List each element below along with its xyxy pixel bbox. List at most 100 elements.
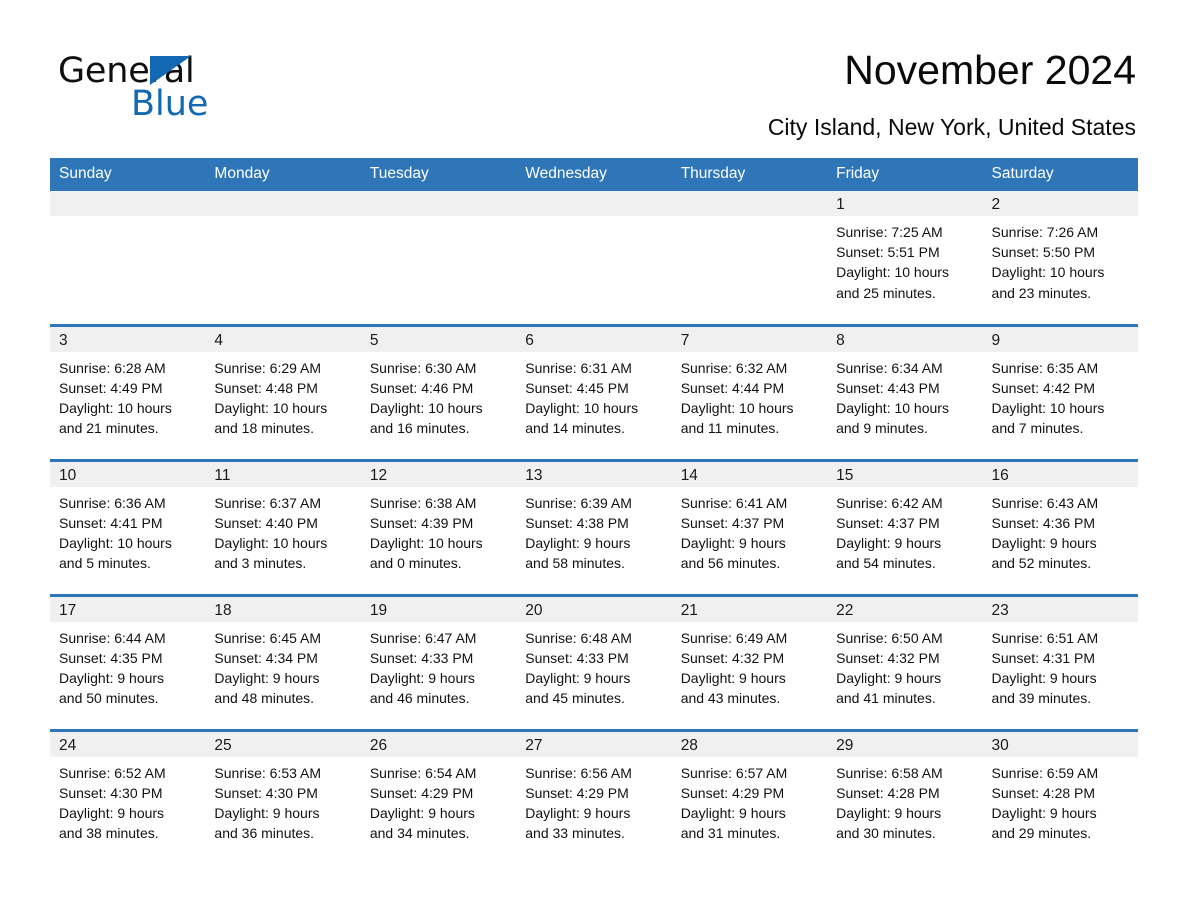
- day-cell[interactable]: 21 Sunrise: 6:49 AM Sunset: 4:32 PM Dayligh…: [671, 593, 828, 730]
- day-number: 28: [671, 731, 828, 757]
- sunrise-text: Sunrise: 6:47 AM: [369, 629, 477, 646]
- calendar-page: General Blue November 2024 City Island, …: [0, 0, 1188, 918]
- day-number: 3: [50, 326, 206, 352]
- day-number: 11: [205, 461, 361, 487]
- day-cell-empty: [671, 191, 828, 325]
- daylight-text-line1: Daylight: 9 hours: [525, 534, 631, 551]
- sunrise-text: Sunrise: 6:36 AM: [59, 494, 166, 511]
- daylight-text-line2: and 48 minutes.: [214, 690, 315, 707]
- sunset-text: Sunset: 4:30 PM: [59, 784, 163, 801]
- day-cell[interactable]: 3 Sunrise: 6:28 AM Sunset: 4:49 PM Daylight…: [50, 323, 206, 460]
- day-cell[interactable]: 29 Sunrise: 6:58 AM Sunset: 4:28 PM Dayligh…: [827, 728, 983, 865]
- day-cell[interactable]: 4 Sunrise: 6:29 AM Sunset: 4:48 PM Daylight…: [205, 323, 361, 460]
- day-cell[interactable]: 11 Sunrise: 6:37 AM Sunset: 4:40 PM Dayligh…: [205, 458, 361, 595]
- calendar-grid: Sunday Monday Tuesday Wednesday Thursday…: [50, 158, 1138, 865]
- day-cell[interactable]: 6 Sunrise: 6:31 AM Sunset: 4:45 PM Daylight…: [516, 323, 672, 460]
- day-cell[interactable]: 14 Sunrise: 6:41 AM Sunset: 4:37 PM Dayligh…: [671, 458, 828, 595]
- day-number: 10: [50, 461, 206, 487]
- daylight-text-line1: Daylight: 9 hours: [836, 534, 942, 551]
- daylight-text-line2: and 7 minutes.: [991, 420, 1084, 437]
- day-cell[interactable]: 7 Sunrise: 6:32 AM Sunset: 4:44 PM Daylight…: [671, 323, 828, 460]
- daylight-text-line1: Daylight: 9 hours: [59, 669, 165, 686]
- day-cell[interactable]: 8 Sunrise: 6:34 AM Sunset: 4:43 PM Daylight…: [827, 323, 983, 460]
- day-sun-info: Sunrise: 6:44 AM Sunset: 4:35 PM Daylight:…: [50, 622, 205, 709]
- day-cell[interactable]: 16 Sunrise: 6:43 AM Sunset: 4:36 PM Dayligh…: [982, 458, 1138, 595]
- daylight-text-line1: Daylight: 10 hours: [991, 399, 1105, 416]
- daylight-text-line2: and 30 minutes.: [836, 825, 936, 842]
- day-cell-empty: [360, 191, 517, 325]
- sunset-text: Sunset: 4:48 PM: [214, 379, 318, 396]
- daylight-text-line1: Daylight: 9 hours: [680, 804, 786, 821]
- day-sun-info: Sunrise: 6:37 AM Sunset: 4:40 PM Daylight:…: [205, 487, 360, 574]
- sunset-text: Sunset: 5:50 PM: [991, 244, 1096, 261]
- day-number: 8: [827, 326, 983, 352]
- sunrise-text: Sunrise: 6:54 AM: [369, 764, 477, 781]
- day-cell[interactable]: 9 Sunrise: 6:35 AM Sunset: 4:42 PM Daylight…: [982, 323, 1138, 460]
- sunset-text: Sunset: 4:29 PM: [680, 784, 785, 801]
- sunrise-text: Sunrise: 6:53 AM: [214, 764, 322, 781]
- day-cell[interactable]: 2 Sunrise: 7:26 AM Sunset: 5:50 PM Daylight…: [982, 191, 1138, 325]
- sunrise-text: Sunrise: 6:30 AM: [369, 359, 477, 376]
- daylight-text-line2: and 16 minutes.: [369, 420, 470, 437]
- day-cell[interactable]: 26 Sunrise: 6:54 AM Sunset: 4:29 PM Dayligh…: [360, 728, 517, 865]
- sunrise-text: Sunrise: 6:48 AM: [525, 629, 632, 646]
- sunrise-text: Sunrise: 7:26 AM: [991, 224, 1099, 240]
- day-cell[interactable]: 20 Sunrise: 6:48 AM Sunset: 4:33 PM Dayligh…: [516, 593, 672, 730]
- day-number: 15: [827, 461, 983, 487]
- daylight-text-line2: and 14 minutes.: [525, 420, 625, 437]
- day-cell[interactable]: 24 Sunrise: 6:52 AM Sunset: 4:30 PM Dayligh…: [50, 728, 206, 865]
- sunset-text: Sunset: 4:28 PM: [991, 784, 1096, 801]
- sunset-text: Sunset: 4:32 PM: [680, 649, 785, 666]
- day-cell[interactable]: 19 Sunrise: 6:47 AM Sunset: 4:33 PM Dayligh…: [360, 593, 517, 730]
- daylight-text-line2: and 25 minutes.: [836, 284, 936, 301]
- sunset-text: Sunset: 4:29 PM: [369, 784, 474, 801]
- day-sun-info: Sunrise: 6:31 AM Sunset: 4:45 PM Daylight:…: [516, 352, 671, 439]
- sunrise-text: Sunrise: 6:39 AM: [525, 494, 632, 511]
- day-cell[interactable]: 10 Sunrise: 6:36 AM Sunset: 4:41 PM Dayligh…: [50, 458, 206, 595]
- calendar-week-row: 17 Sunrise: 6:44 AM Sunset: 4:35 PM Dayligh…: [50, 593, 1138, 730]
- day-sun-info: Sunrise: 7:26 AM Sunset: 5:50 PM Daylight:…: [983, 216, 1138, 303]
- sunrise-text: Sunrise: 6:42 AM: [836, 494, 943, 511]
- day-number: 30: [982, 731, 1138, 757]
- sunset-text: Sunset: 4:34 PM: [214, 649, 318, 666]
- day-number: 14: [671, 461, 828, 487]
- day-cell[interactable]: 30 Sunrise: 6:59 AM Sunset: 4:28 PM Dayligh…: [982, 728, 1138, 865]
- general-blue-logo: General Blue: [58, 52, 318, 124]
- day-sun-info: Sunrise: 6:53 AM Sunset: 4:30 PM Daylight:…: [205, 757, 360, 844]
- day-cell[interactable]: 23 Sunrise: 6:51 AM Sunset: 4:31 PM Dayligh…: [982, 593, 1138, 730]
- sunset-text: Sunset: 4:46 PM: [369, 379, 474, 396]
- daylight-text-line1: Daylight: 9 hours: [214, 669, 320, 686]
- daylight-text-line1: Daylight: 9 hours: [836, 804, 942, 821]
- day-sun-info: Sunrise: 6:59 AM Sunset: 4:28 PM Daylight:…: [983, 757, 1138, 844]
- day-cell[interactable]: 18 Sunrise: 6:45 AM Sunset: 4:34 PM Dayligh…: [205, 593, 361, 730]
- sunset-text: Sunset: 4:37 PM: [680, 514, 785, 531]
- day-cell[interactable]: 1 Sunrise: 7:25 AM Sunset: 5:51 PM Daylight…: [827, 191, 983, 325]
- daylight-text-line1: Daylight: 9 hours: [369, 669, 475, 686]
- day-cell[interactable]: 27 Sunrise: 6:56 AM Sunset: 4:29 PM Dayligh…: [516, 728, 672, 865]
- day-number: 27: [516, 731, 672, 757]
- day-cell[interactable]: 5 Sunrise: 6:30 AM Sunset: 4:46 PM Daylight…: [360, 323, 517, 460]
- sunrise-text: Sunrise: 7:25 AM: [836, 224, 943, 240]
- daylight-text-line1: Daylight: 10 hours: [680, 399, 794, 416]
- sunrise-text: Sunrise: 6:41 AM: [680, 494, 788, 511]
- day-cell[interactable]: 22 Sunrise: 6:50 AM Sunset: 4:32 PM Dayligh…: [827, 593, 983, 730]
- day-cell[interactable]: 12 Sunrise: 6:38 AM Sunset: 4:39 PM Dayligh…: [360, 458, 517, 595]
- day-cell[interactable]: 28 Sunrise: 6:57 AM Sunset: 4:29 PM Dayligh…: [671, 728, 828, 865]
- sunset-text: Sunset: 4:45 PM: [525, 379, 629, 396]
- day-cell[interactable]: 25 Sunrise: 6:53 AM Sunset: 4:30 PM Dayligh…: [205, 728, 361, 865]
- weekday-header-thursday: Thursday: [671, 158, 828, 191]
- logo-text-blue: Blue: [131, 84, 209, 124]
- day-sun-info: Sunrise: 6:38 AM Sunset: 4:39 PM Daylight:…: [361, 487, 516, 574]
- calendar-week-row: 24 Sunrise: 6:52 AM Sunset: 4:30 PM Dayligh…: [50, 728, 1138, 865]
- day-cell[interactable]: 13 Sunrise: 6:39 AM Sunset: 4:38 PM Dayligh…: [516, 458, 672, 595]
- sunrise-text: Sunrise: 6:32 AM: [680, 359, 788, 376]
- day-sun-info: Sunrise: 6:47 AM Sunset: 4:33 PM Daylight:…: [361, 622, 516, 709]
- day-cell[interactable]: 15 Sunrise: 6:42 AM Sunset: 4:37 PM Dayligh…: [827, 458, 983, 595]
- day-number: 29: [827, 731, 983, 757]
- location-subtitle: City Island, New York, United States: [767, 114, 1136, 140]
- daylight-text-line1: Daylight: 9 hours: [525, 804, 631, 821]
- daylight-text-line1: Daylight: 10 hours: [836, 264, 949, 281]
- daylight-text-line1: Daylight: 9 hours: [836, 669, 942, 686]
- day-cell[interactable]: 17 Sunrise: 6:44 AM Sunset: 4:35 PM Dayligh…: [50, 593, 206, 730]
- day-number: 2: [982, 191, 1138, 216]
